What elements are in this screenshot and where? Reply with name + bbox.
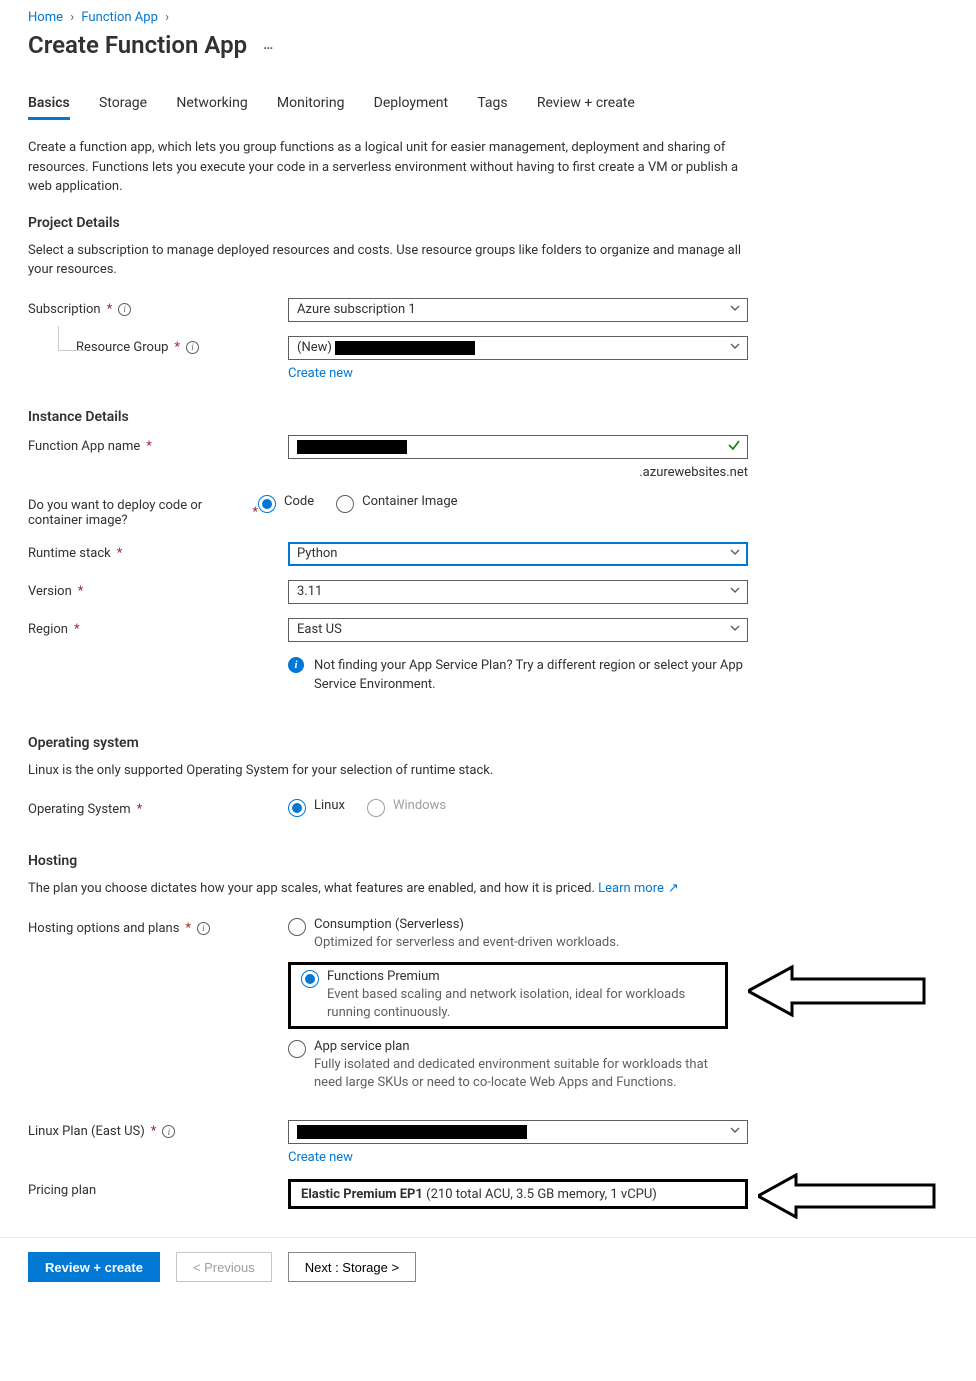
region-hint: Not finding your App Service Plan? Try a… xyxy=(314,656,748,695)
resource-group-label: Resource Group xyxy=(76,340,168,355)
annotation-arrow-icon xyxy=(748,963,928,1019)
version-select[interactable]: 3.11 xyxy=(288,580,748,604)
required-indicator: * xyxy=(151,1124,157,1139)
required-indicator: * xyxy=(252,505,258,520)
review-create-button[interactable]: Review + create xyxy=(28,1252,160,1282)
linux-plan-select[interactable] xyxy=(288,1120,748,1144)
annotation-arrow-icon xyxy=(758,1173,938,1219)
chevron-down-icon xyxy=(729,546,741,562)
required-indicator: * xyxy=(78,584,84,599)
pricing-plan-value: Elastic Premium EP1 (210 total ACU, 3.5 … xyxy=(301,1187,657,1202)
chevron-right-icon: › xyxy=(165,10,169,25)
breadcrumb: Home › Function App › xyxy=(28,10,948,25)
redacted-value xyxy=(297,440,407,454)
previous-button: < Previous xyxy=(176,1252,272,1282)
required-indicator: * xyxy=(185,921,191,936)
annotation-box-premium: Functions Premium Event based scaling an… xyxy=(288,962,728,1029)
more-icon[interactable]: … xyxy=(263,37,274,53)
resource-group-select[interactable]: (New) xyxy=(288,336,748,360)
breadcrumb-home[interactable]: Home xyxy=(28,10,63,25)
chevron-down-icon xyxy=(729,302,741,318)
create-new-plan-link[interactable]: Create new xyxy=(288,1150,353,1165)
required-indicator: * xyxy=(174,340,180,355)
function-app-name-label: Function App name xyxy=(28,439,140,454)
deploy-type-label: Do you want to deploy code or container … xyxy=(28,498,246,528)
annotation-box-pricing: Elastic Premium EP1 (210 total ACU, 3.5 … xyxy=(288,1179,748,1209)
tab-monitoring[interactable]: Monitoring xyxy=(277,89,345,117)
next-storage-button[interactable]: Next : Storage > xyxy=(288,1252,416,1282)
function-app-name-input[interactable] xyxy=(288,435,748,459)
info-icon[interactable]: i xyxy=(118,303,131,316)
section-operating-system: Operating system xyxy=(28,735,948,751)
deploy-container-radio[interactable]: Container Image xyxy=(336,494,457,513)
required-indicator: * xyxy=(107,302,113,317)
learn-more-link[interactable]: Learn more↗ xyxy=(598,881,679,896)
chevron-down-icon xyxy=(729,584,741,600)
version-label: Version xyxy=(28,584,72,599)
redacted-value xyxy=(297,1125,527,1139)
linux-plan-label: Linux Plan (East US) xyxy=(28,1124,145,1139)
required-indicator: * xyxy=(117,546,123,561)
section-hosting: Hosting xyxy=(28,853,948,869)
tab-basics[interactable]: Basics xyxy=(28,89,70,120)
page-title: Create Function App … xyxy=(28,31,948,59)
runtime-stack-select[interactable]: Python xyxy=(288,542,748,566)
breadcrumb-function-app[interactable]: Function App xyxy=(81,10,158,25)
info-icon[interactable]: i xyxy=(162,1125,175,1138)
os-linux-radio[interactable]: Linux xyxy=(288,798,345,817)
chevron-right-icon: › xyxy=(70,10,74,25)
domain-suffix: .azurewebsites.net xyxy=(288,465,748,480)
tab-deployment[interactable]: Deployment xyxy=(374,89,448,117)
tab-networking[interactable]: Networking xyxy=(176,89,247,117)
section-instance-details: Instance Details xyxy=(28,409,948,425)
required-indicator: * xyxy=(137,802,143,817)
tab-storage[interactable]: Storage xyxy=(99,89,147,117)
project-details-desc: Select a subscription to manage deployed… xyxy=(28,241,748,280)
os-desc: Linux is the only supported Operating Sy… xyxy=(28,761,748,781)
runtime-stack-label: Runtime stack xyxy=(28,546,111,561)
pricing-plan-label: Pricing plan xyxy=(28,1183,96,1198)
chevron-down-icon xyxy=(729,622,741,638)
info-icon: i xyxy=(288,657,304,673)
hosting-desc: The plan you choose dictates how your ap… xyxy=(28,879,748,899)
required-indicator: * xyxy=(74,622,80,637)
info-icon[interactable]: i xyxy=(197,922,210,935)
external-link-icon: ↗ xyxy=(668,881,679,896)
tabs: Basics Storage Networking Monitoring Dep… xyxy=(28,89,948,120)
redacted-value xyxy=(335,341,475,355)
hosting-consumption-radio[interactable]: Consumption (Serverless) Optimized for s… xyxy=(288,917,948,952)
create-new-rg-link[interactable]: Create new xyxy=(288,366,353,381)
chevron-down-icon xyxy=(729,1124,741,1140)
tab-tags[interactable]: Tags xyxy=(477,89,507,117)
tab-review-create[interactable]: Review + create xyxy=(537,89,635,117)
chevron-down-icon xyxy=(729,340,741,356)
deploy-code-radio[interactable]: Code xyxy=(258,494,314,513)
info-icon[interactable]: i xyxy=(186,341,199,354)
check-icon xyxy=(727,438,741,456)
os-label: Operating System xyxy=(28,802,131,817)
region-select[interactable]: East US xyxy=(288,618,748,642)
region-label: Region xyxy=(28,622,68,637)
subscription-select[interactable]: Azure subscription 1 xyxy=(288,298,748,322)
hosting-asp-radio[interactable]: App service plan Fully isolated and dedi… xyxy=(288,1039,948,1092)
os-windows-radio: Windows xyxy=(367,798,446,817)
intro-text: Create a function app, which lets you gr… xyxy=(28,138,748,197)
hosting-options-label: Hosting options and plans xyxy=(28,921,179,936)
required-indicator: * xyxy=(146,439,152,454)
wizard-footer: Review + create < Previous Next : Storag… xyxy=(0,1237,976,1296)
subscription-label: Subscription xyxy=(28,302,101,317)
section-project-details: Project Details xyxy=(28,215,948,231)
hosting-premium-radio[interactable]: Functions Premium Event based scaling an… xyxy=(301,969,715,1022)
